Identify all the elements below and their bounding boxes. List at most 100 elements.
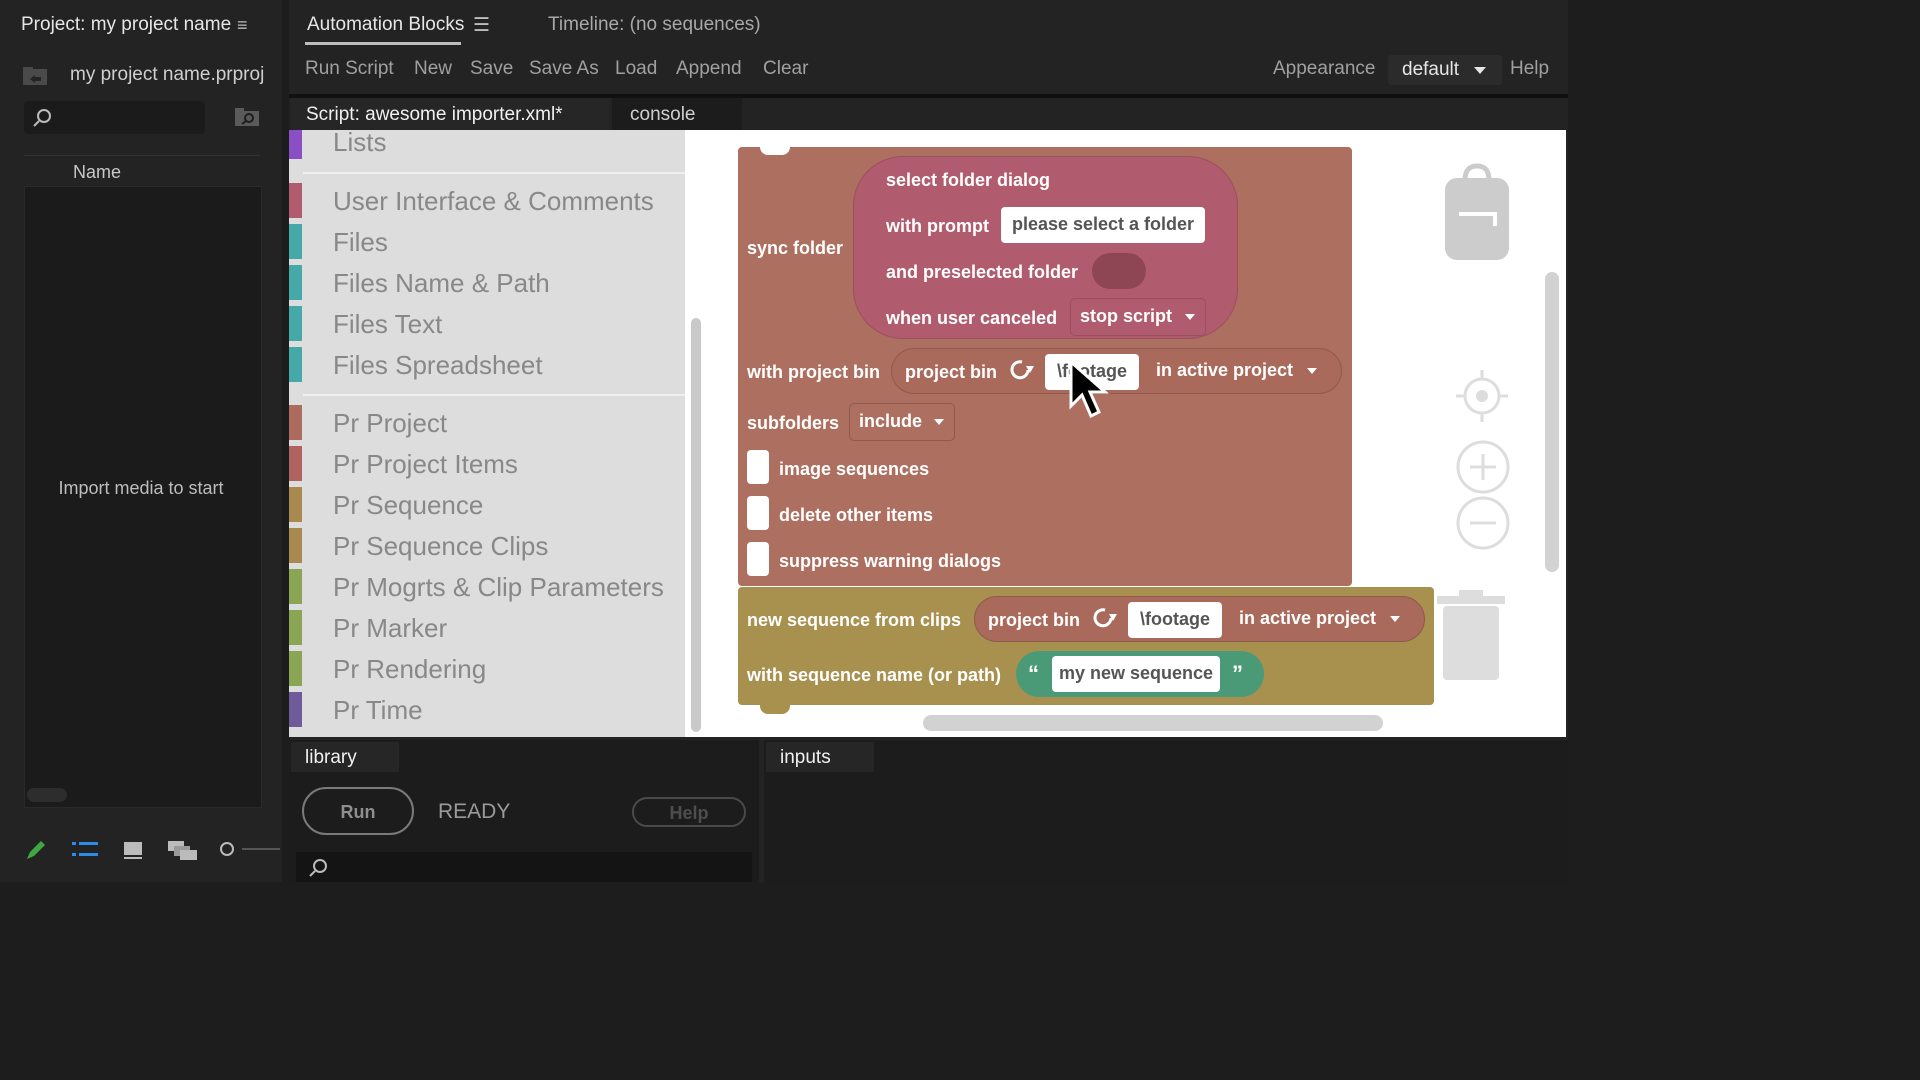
name-column-label: Name	[73, 162, 122, 182]
help-button[interactable]: Help	[1510, 58, 1549, 80]
new-sequence-block[interactable]: new sequence from clips project bin \foo…	[738, 587, 1434, 714]
workspace-vertical-scrollbar[interactable]	[1545, 272, 1559, 572]
run-script-button[interactable]: Run Script	[305, 58, 394, 80]
name-column-header[interactable]: Name	[24, 155, 260, 187]
icon-view-icon[interactable]	[123, 838, 145, 862]
delete-other-items-checkbox[interactable]	[747, 496, 769, 530]
freeform-view-icon[interactable]	[167, 838, 199, 862]
toolbox-category[interactable]: Pr Sequence	[289, 487, 685, 522]
category-color-swatch	[289, 446, 302, 481]
hamburger-icon[interactable]: ≡	[237, 15, 248, 36]
canceled-action-value: stop script	[1080, 306, 1173, 326]
append-button[interactable]: Append	[676, 58, 742, 80]
tab-automation-blocks[interactable]: Automation Blocks	[307, 14, 464, 36]
project-scrollbar[interactable]	[27, 788, 67, 802]
canceled-action-dropdown[interactable]: stop script	[1070, 298, 1206, 336]
project-panel-title[interactable]: Project: my project name	[21, 14, 231, 36]
parent-folder-icon[interactable]	[22, 66, 48, 86]
block-toolbox: Lists User Interface & Comments Files Files…	[289, 130, 685, 737]
load-button[interactable]: Load	[615, 58, 657, 80]
script-tab-label: Script: awesome importer.xml*	[306, 104, 563, 125]
tab-timeline[interactable]: Timeline: (no sequences)	[548, 14, 761, 36]
zoom-in-icon[interactable]	[1456, 440, 1510, 494]
clear-button[interactable]: Clear	[763, 58, 808, 80]
with-project-bin-label: with project bin	[747, 362, 880, 382]
active-tab-indicator	[305, 42, 461, 45]
sequence-name-label: with sequence name (or path)	[747, 665, 1002, 685]
refresh-icon[interactable]	[1090, 605, 1120, 631]
suppress-warnings-label: suppress warning dialogs	[779, 551, 1002, 571]
toolbox-category[interactable]: Pr Project Items	[289, 446, 685, 481]
pencil-icon[interactable]	[24, 838, 48, 862]
project-bin-block[interactable]: project bin \footage in active project	[974, 596, 1425, 642]
trash-icon[interactable]	[1435, 590, 1507, 682]
find-in-bin-icon[interactable]	[234, 106, 260, 128]
prompt-text-field[interactable]: please select a folder	[1001, 207, 1205, 243]
appearance-dropdown[interactable]: default	[1388, 55, 1502, 85]
toolbox-category[interactable]: Pr Time	[289, 692, 685, 727]
toolbox-category[interactable]: Files Name & Path	[289, 265, 685, 300]
toolbox-category[interactable]: Pr Mogrts & Clip Parameters	[289, 569, 685, 604]
sync-folder-label: sync folder	[747, 238, 844, 258]
category-label: Pr Mogrts & Clip Parameters	[333, 572, 664, 602]
list-view-icon[interactable]	[72, 838, 98, 862]
library-help-button[interactable]: Help	[632, 797, 746, 827]
project-bin-block[interactable]: project bin \footage in active project	[891, 348, 1342, 394]
category-label: Files	[333, 227, 388, 257]
library-search-input[interactable]	[296, 852, 752, 882]
bin-scope-value: in active project	[1239, 608, 1377, 628]
toolbox-category[interactable]: Pr Sequence Clips	[289, 528, 685, 563]
run-button[interactable]: Run	[302, 787, 414, 835]
bin-scope-dropdown[interactable]: in active project	[1147, 353, 1327, 391]
toolbox-scrollbar[interactable]	[691, 318, 701, 732]
tab-inputs[interactable]: inputs	[766, 742, 874, 772]
category-label: Pr Time	[333, 695, 423, 725]
blockly-workspace[interactable]: Lists User Interface & Comments Files Files…	[289, 130, 1566, 737]
category-color-swatch	[289, 405, 302, 440]
tab-console[interactable]: console	[612, 98, 742, 130]
category-color-swatch	[289, 265, 302, 300]
refresh-icon[interactable]	[1007, 357, 1037, 383]
save-as-button[interactable]: Save As	[529, 58, 599, 80]
select-folder-dialog-block[interactable]: select folder dialog with prompt please …	[853, 156, 1238, 339]
backpack-icon[interactable]	[1443, 162, 1511, 262]
chevron-down-icon	[1307, 368, 1317, 374]
sequence-name-field[interactable]: my new sequence	[1052, 656, 1220, 692]
sync-folder-block[interactable]: sync folder select folder dialog with pr…	[738, 146, 1352, 586]
category-label: Lists	[333, 130, 387, 157]
toolbox-category[interactable]: Files	[289, 224, 685, 259]
save-button[interactable]: Save	[470, 58, 513, 80]
toolbox-category[interactable]: Lists	[289, 130, 685, 159]
tab-library[interactable]: library	[291, 742, 399, 772]
image-sequences-checkbox[interactable]	[747, 450, 769, 484]
workspace-horizontal-scrollbar[interactable]	[923, 715, 1383, 731]
toolbox-category[interactable]: User Interface & Comments	[289, 183, 685, 218]
toolbox-category[interactable]: Files Text	[289, 306, 685, 341]
with-prompt-label: with prompt	[886, 216, 989, 236]
tab-script[interactable]: Script: awesome importer.xml*	[291, 98, 609, 130]
new-button[interactable]: New	[414, 58, 452, 80]
category-color-swatch	[289, 528, 302, 563]
toolbox-category[interactable]: Pr Rendering	[289, 651, 685, 686]
zoom-slider-track[interactable]	[242, 848, 280, 850]
zoom-slider-handle[interactable]	[217, 838, 237, 862]
project-search-input[interactable]	[24, 101, 205, 134]
toolbox-category[interactable]: Pr Marker	[289, 610, 685, 645]
text-string-block[interactable]: “ my new sequence ”	[1016, 651, 1264, 697]
bin-scope-dropdown[interactable]: in active project	[1230, 601, 1410, 639]
inputs-panel	[764, 740, 1568, 882]
bin-path-field[interactable]: \footage	[1128, 602, 1222, 638]
hamburger-icon[interactable]: ☰	[473, 14, 490, 37]
category-label: Files Name & Path	[333, 268, 550, 298]
toolbox-category[interactable]: Pr Project	[289, 405, 685, 440]
when-user-canceled-label: when user canceled	[886, 308, 1058, 328]
status-text: READY	[438, 800, 511, 823]
recenter-icon[interactable]	[1456, 370, 1508, 422]
preselected-folder-socket[interactable]	[1092, 253, 1146, 289]
category-label: Pr Rendering	[333, 654, 487, 684]
suppress-warnings-checkbox[interactable]	[747, 542, 769, 576]
zoom-out-icon[interactable]	[1456, 496, 1510, 550]
toolbox-category[interactable]: Files Spreadsheet	[289, 347, 685, 382]
category-label: Pr Sequence	[333, 490, 484, 520]
subfolders-dropdown[interactable]: include	[849, 403, 955, 441]
